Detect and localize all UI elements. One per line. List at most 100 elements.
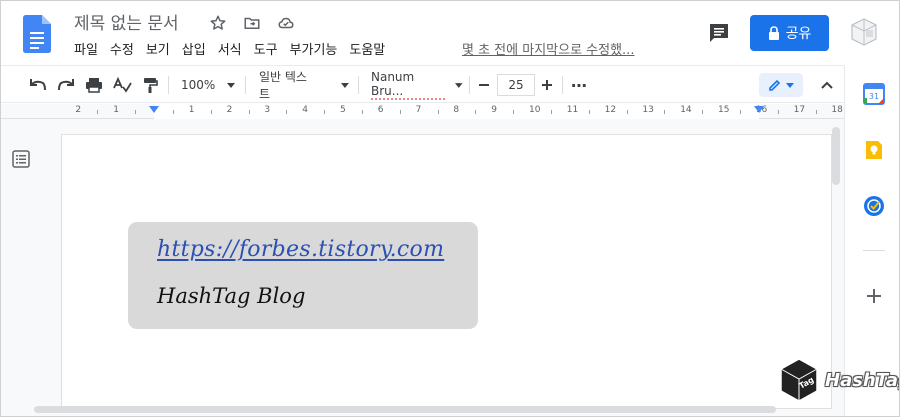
ruler-label: 4	[302, 105, 308, 115]
ruler-label: 6	[377, 105, 384, 115]
editing-mode-button[interactable]	[759, 73, 803, 97]
pencil-icon	[769, 79, 781, 91]
watermark-text: HashTag	[825, 369, 899, 391]
font-select[interactable]: Nanum Bru...	[371, 70, 463, 100]
ruler-label: 2	[226, 105, 233, 115]
move-folder-icon[interactable]	[241, 12, 263, 34]
ruler-tick	[324, 110, 326, 114]
ruler-label: 11	[566, 105, 579, 115]
ruler-tick	[702, 110, 704, 114]
menu-bar: 파일 수정 보기 삽입 서식 도구 부가기능 도움말	[74, 39, 391, 58]
paragraph-style-select[interactable]: 일반 텍스트	[259, 70, 349, 101]
ruler-tick	[626, 110, 628, 114]
ruler-tick	[286, 110, 288, 114]
zoom-value: 100%	[181, 78, 216, 92]
menu-help[interactable]: 도움말	[343, 39, 391, 58]
ruler-tick	[739, 110, 741, 114]
ruler-tick	[437, 110, 439, 114]
ruler-label: 2	[75, 105, 82, 115]
menu-addons[interactable]: 부가기능	[284, 39, 344, 58]
calendar-icon[interactable]: 31	[863, 83, 885, 105]
share-label: 공유	[785, 26, 812, 42]
ruler-tick	[588, 110, 590, 114]
ruler-tick	[777, 110, 779, 114]
title-icons	[207, 12, 297, 34]
menu-edit[interactable]: 수정	[104, 39, 140, 58]
ruler-tick	[550, 110, 552, 114]
horizontal-scrollbar[interactable]	[34, 406, 776, 413]
ruler-label: 1	[188, 105, 195, 115]
ruler-label: 13	[642, 105, 654, 115]
document-text: HashTag Blog	[157, 284, 306, 308]
side-panel-divider	[863, 250, 885, 251]
ruler-label: 18	[831, 105, 843, 115]
header: 제목 없는 문서 파일 수정 보기 삽입 서식 도구 부가기능 도움말 몇 초 …	[1, 1, 899, 65]
toolbar-divider	[562, 76, 563, 94]
last-edit-link[interactable]: 몇 초 전에 마지막으로 수정했...	[462, 39, 634, 58]
decrease-font-size-button[interactable]	[475, 73, 493, 97]
paint-format-icon[interactable]	[140, 73, 160, 97]
paragraph-style-value: 일반 텍스트	[259, 70, 307, 101]
increase-font-size-button[interactable]	[538, 73, 556, 97]
more-options-button[interactable]: ⋯	[569, 73, 589, 97]
hashtag-cube-logo-icon: Tag	[780, 358, 818, 402]
share-button[interactable]: 공유	[750, 15, 829, 51]
google-docs-window: 제목 없는 문서 파일 수정 보기 삽입 서식 도구 부가기능 도움말 몇 초 …	[0, 0, 900, 417]
ruler-label: 10	[529, 105, 541, 115]
document-link[interactable]: https://forbes.tistory.com	[157, 237, 444, 262]
toolbar-divider	[469, 76, 470, 94]
ruler-label: 1	[113, 105, 119, 115]
ruler-tick	[399, 110, 401, 114]
left-indent-marker-icon[interactable]	[149, 106, 159, 113]
account-avatar-icon[interactable]	[849, 17, 879, 47]
menu-insert[interactable]: 삽입	[176, 39, 212, 58]
svg-text:31: 31	[869, 92, 879, 101]
add-addon-plus-icon[interactable]	[863, 285, 885, 307]
menu-tools[interactable]: 도구	[248, 39, 284, 58]
vertical-scrollbar[interactable]	[832, 127, 840, 185]
ruler-label: 5	[340, 105, 346, 115]
ruler-tick	[664, 110, 666, 114]
horizontal-ruler[interactable]: 2 1 1 2 3 4 5 6 7 8 9 10 11 12 13 14 15 16 17 18	[1, 104, 844, 119]
tasks-icon[interactable]	[863, 195, 885, 217]
ruler-tick	[97, 110, 99, 114]
ruler-tick	[475, 110, 477, 114]
chevron-down-icon	[786, 82, 794, 88]
document-outline-icon[interactable]	[11, 149, 31, 169]
chevron-down-icon	[455, 82, 463, 88]
ruler-tick	[248, 110, 250, 114]
menu-file[interactable]: 파일	[74, 39, 104, 58]
hide-menus-chevron-up-icon[interactable]	[817, 73, 837, 97]
document-title[interactable]: 제목 없는 문서	[74, 9, 179, 34]
redo-icon[interactable]	[56, 73, 76, 97]
star-icon[interactable]	[207, 12, 229, 34]
cloud-saved-icon[interactable]	[275, 12, 297, 34]
docs-logo-icon[interactable]	[23, 15, 51, 53]
ruler-label: 15	[718, 105, 730, 115]
lock-icon	[768, 26, 779, 40]
undo-icon[interactable]	[28, 73, 48, 97]
comment-history-icon[interactable]	[706, 21, 732, 45]
ruler-label: 14	[680, 105, 692, 115]
spellcheck-icon[interactable]	[111, 73, 133, 97]
right-indent-marker-icon[interactable]	[754, 106, 764, 113]
toolbar-divider	[358, 76, 359, 94]
ruler-tick	[513, 110, 515, 114]
toolbar-divider	[245, 76, 246, 94]
toolbar-divider	[168, 76, 169, 94]
ruler-label: 9	[491, 105, 497, 115]
chevron-down-icon	[227, 82, 236, 88]
font-size-input[interactable]: 25	[497, 74, 535, 96]
menu-view[interactable]: 보기	[140, 39, 176, 58]
ruler-label: 12	[604, 105, 617, 115]
chevron-down-icon	[341, 82, 349, 88]
menu-format[interactable]: 서식	[212, 39, 248, 58]
ruler-tick	[361, 110, 363, 114]
zoom-select[interactable]: 100%	[181, 73, 237, 97]
ruler-tick	[210, 110, 212, 114]
print-icon[interactable]	[84, 73, 104, 97]
keep-icon[interactable]	[863, 139, 885, 161]
ruler-label: 7	[415, 105, 422, 115]
ruler-label: 3	[264, 105, 271, 115]
ruler-tick	[172, 110, 174, 114]
